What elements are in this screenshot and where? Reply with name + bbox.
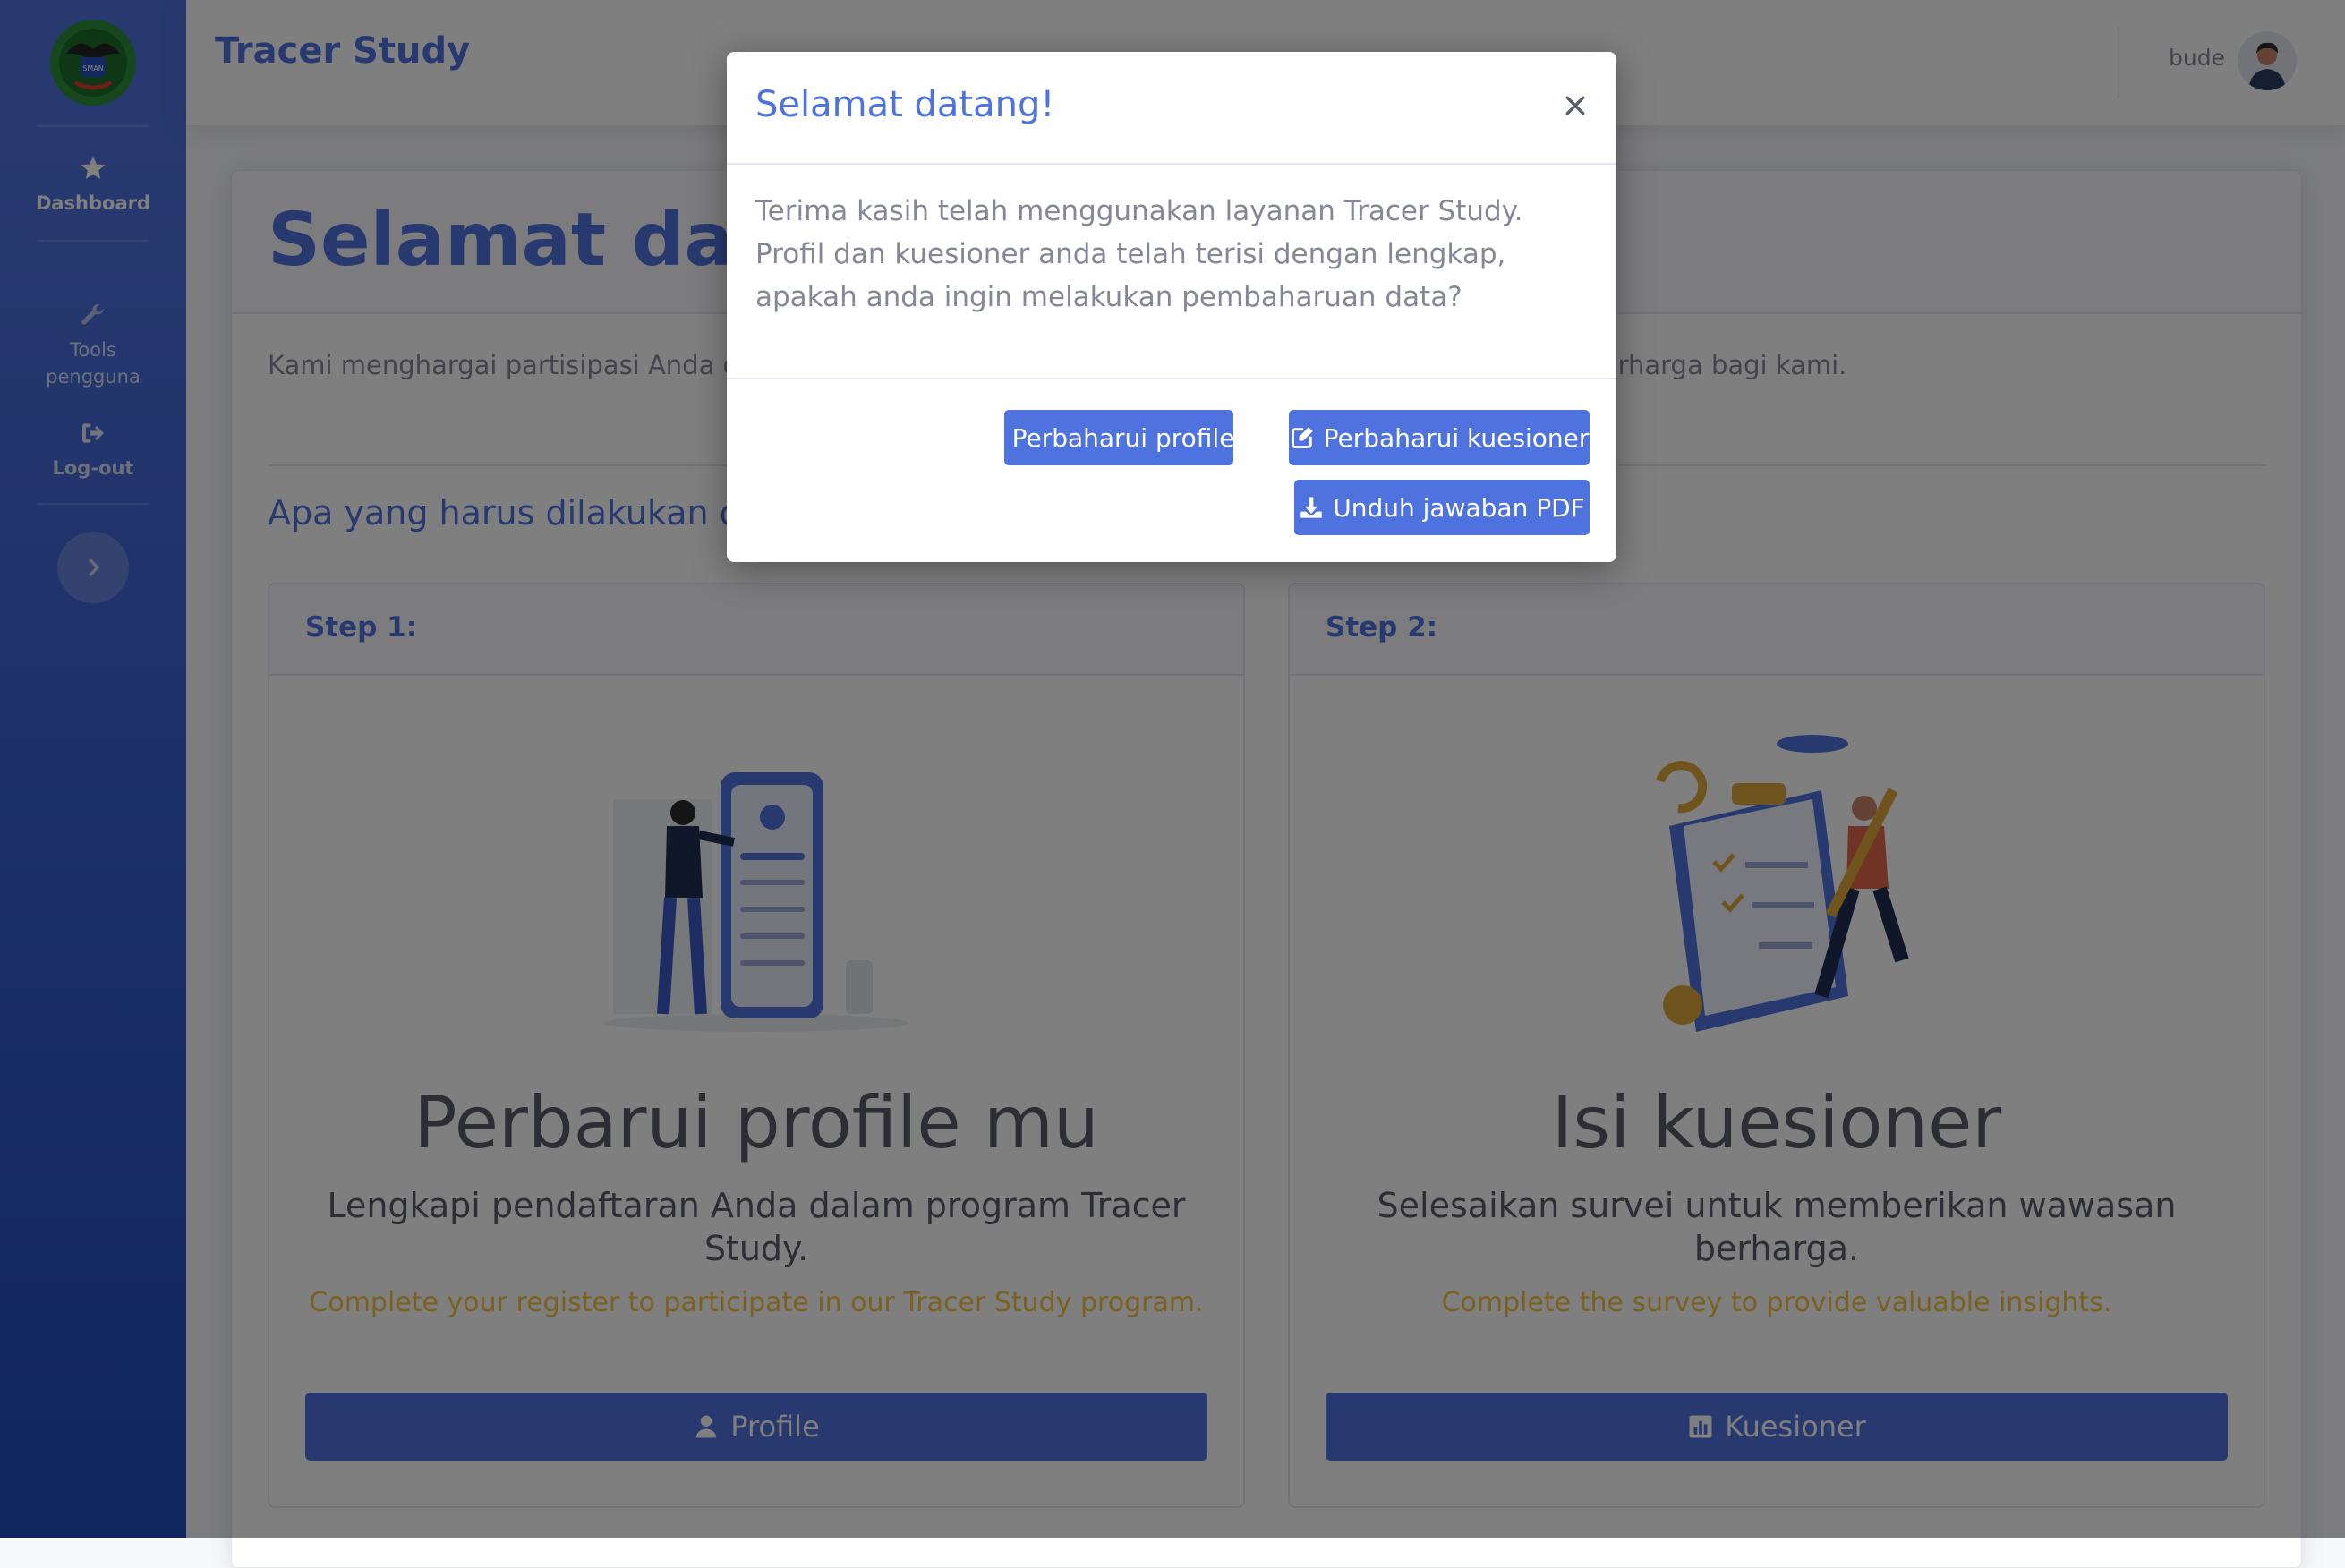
update-profile-label: Perbaharui profile: [1011, 422, 1235, 453]
download-pdf-label: Unduh jawaban PDF: [1333, 492, 1585, 523]
modal-footer-divider: [727, 378, 1616, 379]
update-questionnaire-label: Perbaharui kuesioner: [1323, 422, 1590, 453]
download-icon: [1300, 497, 1322, 518]
update-questionnaire-button[interactable]: Perbaharui kuesioner: [1289, 410, 1590, 465]
modal-header: Selamat datang!: [727, 52, 1616, 165]
modal-close-button[interactable]: [1557, 88, 1593, 124]
download-pdf-button[interactable]: Unduh jawaban PDF: [1294, 480, 1590, 535]
edit-icon: [1291, 427, 1313, 448]
close-icon: [1565, 96, 1585, 115]
welcome-modal: Selamat datang! Terima kasih telah mengg…: [727, 52, 1616, 562]
modal-body-text: Terima kasih telah menggunakan layanan T…: [755, 195, 1523, 313]
modal-title: Selamat datang!: [755, 84, 1055, 125]
update-profile-button[interactable]: Perbaharui profile: [1004, 410, 1235, 465]
